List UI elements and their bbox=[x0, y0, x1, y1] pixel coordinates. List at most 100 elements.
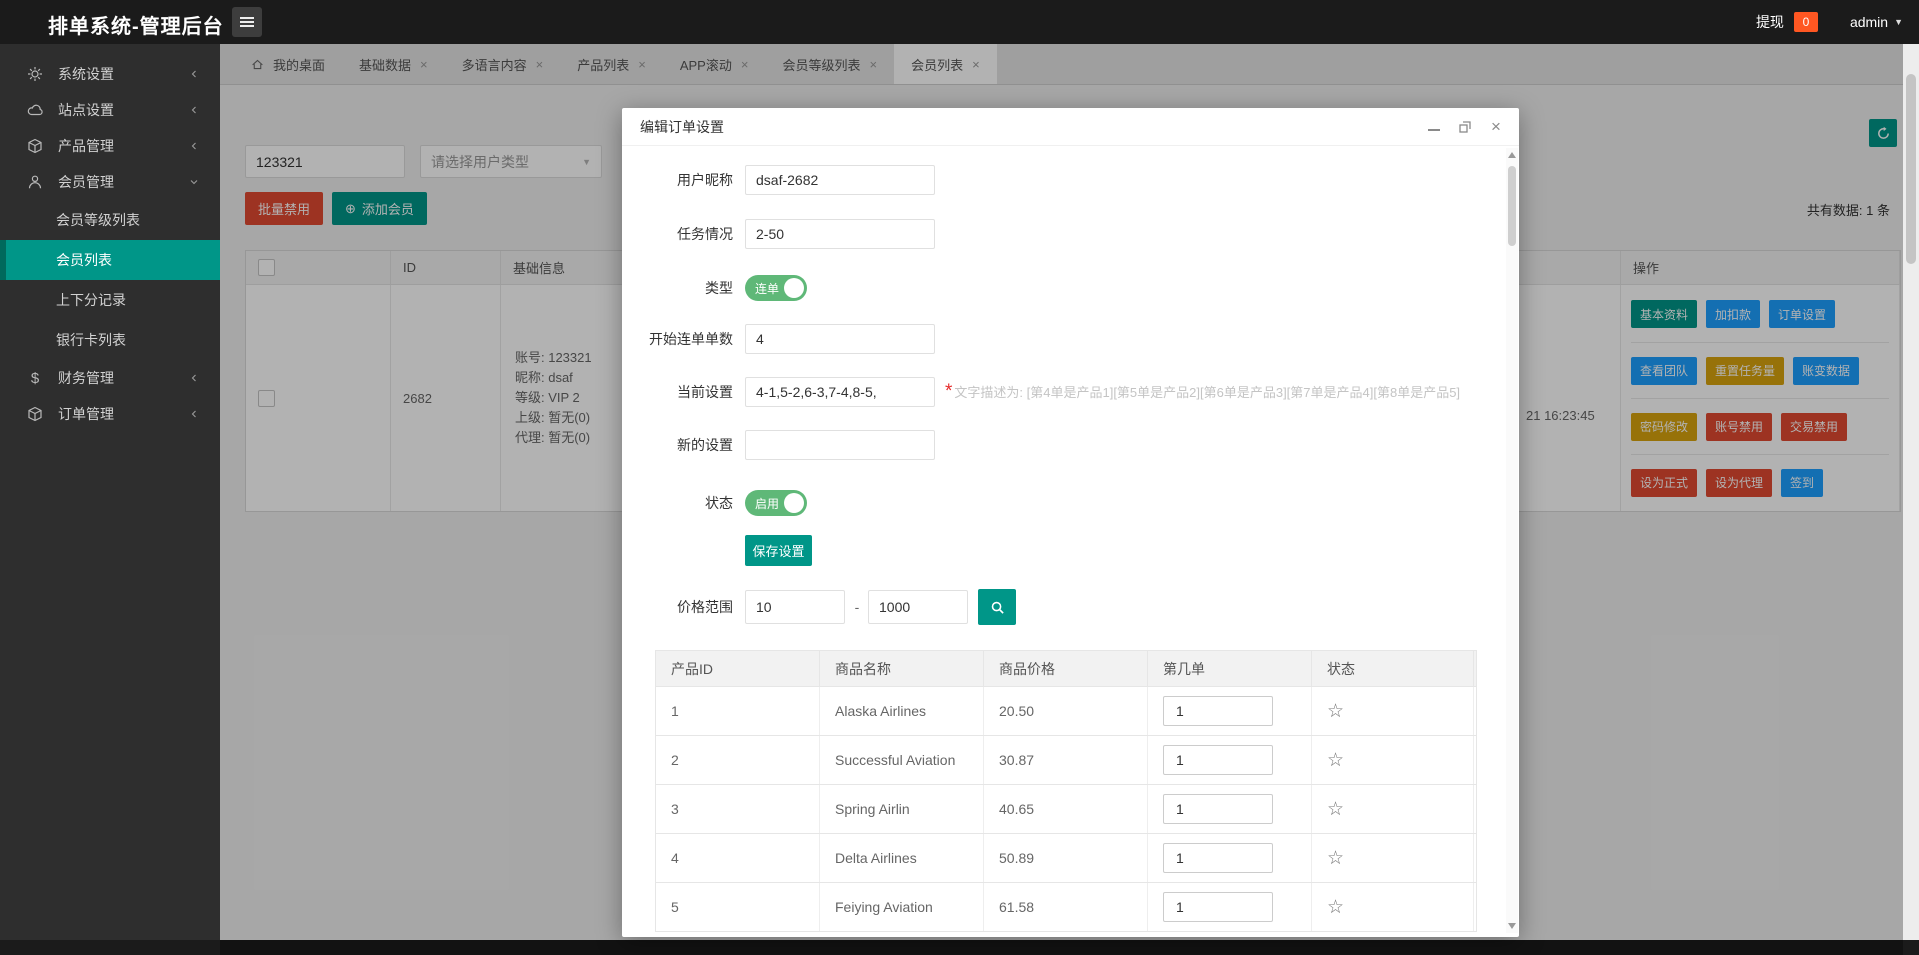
order-number-input[interactable] bbox=[1163, 892, 1273, 922]
price-min-input[interactable] bbox=[745, 590, 845, 624]
col-product-name: 商品名称 bbox=[820, 651, 984, 686]
dollar-icon: $ bbox=[30, 369, 40, 387]
sidebar-child-label: 会员列表 bbox=[56, 252, 112, 268]
chevron-left-icon bbox=[188, 372, 200, 384]
sidebar-child-label: 上下分记录 bbox=[56, 292, 126, 308]
table-row: 2 Successful Aviation 30.87 ☆ bbox=[656, 735, 1476, 784]
current-setting-label: 当前设置 bbox=[677, 384, 733, 400]
sidebar-item-system-settings[interactable]: 系统设置 bbox=[0, 56, 220, 92]
type-toggle-text: 连单 bbox=[755, 281, 780, 296]
username: admin bbox=[1849, 14, 1889, 30]
task-input[interactable] bbox=[745, 219, 935, 249]
product-id: 5 bbox=[656, 883, 820, 931]
sidebar-item-member-list[interactable]: 会员列表 bbox=[0, 240, 220, 280]
table-row: 4 Delta Airlines 50.89 ☆ bbox=[656, 833, 1476, 882]
product-table-header: 产品ID 商品名称 商品价格 第几单 状态 bbox=[656, 651, 1476, 686]
product-price: 61.58 bbox=[984, 883, 1148, 931]
order-number-input[interactable] bbox=[1163, 843, 1273, 873]
product-name: Feiying Aviation bbox=[820, 883, 984, 931]
sidebar-item-updown-records[interactable]: 上下分记录 bbox=[0, 280, 220, 320]
status-toggle[interactable]: 启用 bbox=[745, 490, 807, 516]
product-price: 30.87 bbox=[984, 736, 1148, 784]
user-icon bbox=[26, 174, 44, 190]
current-setting-hint: * 文字描述为: [第4单是产品1][第5单是产品2][第6单是产品3][第7单是… bbox=[945, 377, 1460, 408]
withdraw-badge: 0 bbox=[1793, 12, 1818, 32]
product-price: 20.50 bbox=[984, 687, 1148, 735]
product-id: 3 bbox=[656, 785, 820, 833]
withdraw-link[interactable]: 提现 bbox=[1756, 12, 1784, 32]
col-order-number: 第几单 bbox=[1148, 651, 1312, 686]
chevron-left-icon bbox=[188, 408, 200, 420]
price-max-input[interactable] bbox=[868, 590, 968, 624]
price-search-button[interactable] bbox=[978, 589, 1016, 625]
topbar-right: 提现 0 admin ▼ bbox=[1756, 0, 1903, 44]
order-number-input[interactable] bbox=[1163, 745, 1273, 775]
nickname-input[interactable] bbox=[745, 165, 935, 195]
start-count-input[interactable] bbox=[745, 324, 935, 354]
product-price: 50.89 bbox=[984, 834, 1148, 882]
cloud-icon bbox=[26, 102, 44, 118]
star-icon[interactable]: ☆ bbox=[1327, 700, 1344, 723]
sidebar-item-bankcard-list[interactable]: 银行卡列表 bbox=[0, 320, 220, 360]
sidebar-item-member-level-list[interactable]: 会员等级列表 bbox=[0, 200, 220, 240]
sidebar-item-label: 财务管理 bbox=[58, 370, 114, 386]
chevron-down-icon bbox=[188, 176, 200, 188]
type-label: 类型 bbox=[705, 280, 733, 296]
star-icon[interactable]: ☆ bbox=[1327, 847, 1344, 870]
nickname-label: 用户昵称 bbox=[677, 172, 733, 188]
hint-text: 文字描述为: [第4单是产品1][第5单是产品2][第6单是产品3][第7单是产… bbox=[954, 385, 1461, 400]
sidebar: 系统设置 站点设置 产品管理 会员管理 会员等级列表 会员列表 上下分记录 银行… bbox=[0, 44, 220, 940]
box-icon bbox=[26, 406, 44, 422]
new-setting-input[interactable] bbox=[745, 430, 935, 460]
product-name: Spring Airlin bbox=[820, 785, 984, 833]
order-number-input[interactable] bbox=[1163, 794, 1273, 824]
maximize-icon[interactable] bbox=[1458, 120, 1472, 134]
chevron-left-icon bbox=[188, 104, 200, 116]
page-scrollbar-thumb[interactable] bbox=[1906, 74, 1916, 264]
status-toggle-text: 启用 bbox=[755, 496, 780, 511]
sidebar-item-site-settings[interactable]: 站点设置 bbox=[0, 92, 220, 128]
status-label: 状态 bbox=[705, 495, 733, 511]
order-number-input[interactable] bbox=[1163, 696, 1273, 726]
scroll-up-arrow-icon[interactable] bbox=[1508, 152, 1516, 158]
required-asterisk: * bbox=[945, 381, 953, 402]
user-menu[interactable]: admin ▼ bbox=[1850, 14, 1903, 30]
col-status: 状态 bbox=[1312, 651, 1474, 686]
sidebar-item-order-management[interactable]: 订单管理 bbox=[0, 396, 220, 432]
box-icon bbox=[26, 138, 44, 154]
sidebar-item-label: 系统设置 bbox=[58, 66, 114, 82]
dialog-controls: × bbox=[1427, 108, 1503, 146]
sidebar-item-label: 站点设置 bbox=[58, 102, 114, 118]
scroll-down-arrow-icon[interactable] bbox=[1508, 923, 1516, 929]
minimize-icon[interactable] bbox=[1427, 120, 1441, 134]
save-settings-button[interactable]: 保存设置 bbox=[745, 535, 812, 566]
sidebar-item-product-management[interactable]: 产品管理 bbox=[0, 128, 220, 164]
product-name: Successful Aviation bbox=[820, 736, 984, 784]
toggle-knob bbox=[784, 493, 804, 513]
topbar: 排单系统-管理后台 提现 0 admin ▼ bbox=[0, 0, 1919, 44]
close-icon[interactable]: × bbox=[1489, 117, 1503, 136]
col-product-id: 产品ID bbox=[656, 651, 820, 686]
star-icon[interactable]: ☆ bbox=[1327, 798, 1344, 821]
page-scrollbar[interactable] bbox=[1903, 44, 1919, 940]
current-setting-input[interactable] bbox=[745, 377, 935, 407]
chevron-left-icon bbox=[188, 140, 200, 152]
dialog-header: 编辑订单设置 bbox=[622, 108, 1519, 146]
dialog-scrollbar[interactable] bbox=[1506, 148, 1518, 933]
edit-order-settings-dialog: 编辑订单设置 × 用户昵称 任务情况 类型 连单 开始连单单数 当前设置 *文字… bbox=[622, 108, 1519, 937]
table-row: 3 Spring Airlin 40.65 ☆ bbox=[656, 784, 1476, 833]
hamburger-menu-icon[interactable] bbox=[232, 7, 262, 37]
star-icon[interactable]: ☆ bbox=[1327, 749, 1344, 772]
col-product-price: 商品价格 bbox=[984, 651, 1148, 686]
sidebar-item-label: 订单管理 bbox=[58, 406, 114, 422]
table-row: 1 Alaska Airlines 20.50 ☆ bbox=[656, 686, 1476, 735]
sidebar-child-label: 银行卡列表 bbox=[56, 332, 126, 348]
sidebar-item-member-management[interactable]: 会员管理 bbox=[0, 164, 220, 200]
price-range-separator: - bbox=[854, 599, 860, 615]
sidebar-item-finance-management[interactable]: $ 财务管理 bbox=[0, 360, 220, 396]
star-icon[interactable]: ☆ bbox=[1327, 896, 1344, 919]
price-range-label: 价格范围 bbox=[677, 599, 733, 615]
dialog-scrollbar-thumb[interactable] bbox=[1508, 166, 1516, 246]
search-icon bbox=[990, 600, 1005, 615]
type-toggle[interactable]: 连单 bbox=[745, 275, 807, 301]
